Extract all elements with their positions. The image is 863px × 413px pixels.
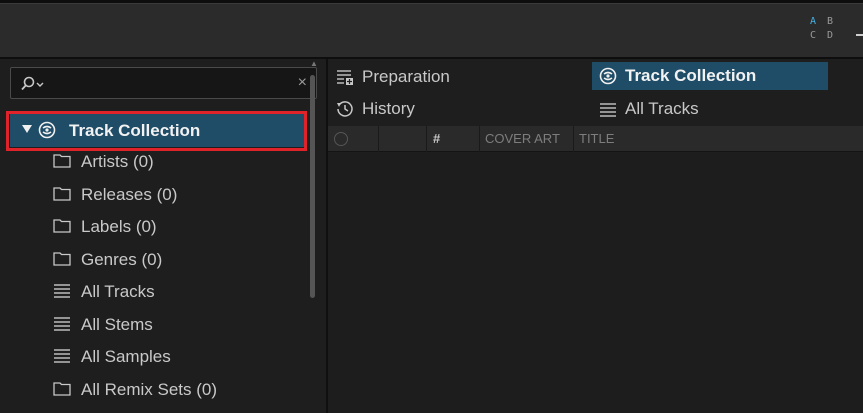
folder-icon (53, 187, 71, 201)
tree-item-artists[interactable]: Artists (0) (0, 147, 300, 175)
tree-item-labels[interactable]: Labels (0) (0, 212, 300, 240)
list-icon (54, 284, 70, 298)
clear-search-icon[interactable]: × (298, 75, 307, 91)
track-collection-icon (38, 121, 56, 139)
column-status[interactable] (328, 126, 378, 152)
history-icon (337, 101, 353, 117)
tree-scrollbar[interactable] (310, 75, 315, 298)
tree-item-label: All Stems (81, 315, 153, 334)
favorite-label: Track Collection (625, 66, 757, 85)
column-flag[interactable] (378, 126, 426, 152)
tree-item-label: All Samples (81, 347, 171, 366)
tree-root-label: Track Collection (69, 121, 201, 140)
preparation-list-icon (337, 70, 353, 85)
status-circle-icon (334, 132, 348, 146)
tree-item-genres[interactable]: Genres (0) (0, 245, 300, 273)
tree-item-all-samples[interactable]: All Samples (0, 342, 300, 370)
favorite-preparation[interactable]: Preparation (336, 63, 586, 91)
favorite-label: All Tracks (625, 99, 699, 118)
tree-item-label: Genres (0) (81, 250, 163, 269)
search-input[interactable] (49, 73, 279, 93)
list-icon (600, 102, 616, 117)
favorite-track-collection[interactable]: Track Collection (592, 62, 828, 90)
tree-item-label: All Remix Sets (0) (81, 380, 218, 399)
track-list[interactable] (328, 153, 863, 413)
tree-item-label: Artists (0) (81, 152, 154, 171)
tree-item-releases[interactable]: Releases (0) (0, 180, 300, 208)
tree-item-label: Releases (0) (81, 185, 178, 204)
deck-a-label[interactable]: A (810, 16, 827, 28)
tree-item-all-remix-sets[interactable]: All Remix Sets (0) (0, 375, 300, 403)
tree-item-label: All Tracks (81, 282, 155, 301)
folder-icon (53, 252, 71, 266)
column-title[interactable]: TITLE (573, 126, 863, 152)
expand-caret-icon[interactable] (22, 124, 32, 134)
deck-header-bar: A B C D (0, 0, 863, 59)
tree-item-all-stems[interactable]: All Stems (0, 310, 300, 338)
folder-icon (53, 219, 71, 233)
tree-item-track-collection[interactable]: Track Collection (10, 113, 307, 147)
browser-tree-panel: × Track Collection Artists (0) Releases (0, 59, 326, 413)
favorite-label: Preparation (362, 67, 450, 86)
deck-c-label[interactable]: C (810, 30, 827, 42)
search-icon[interactable] (20, 76, 46, 92)
search-box[interactable]: × (10, 67, 317, 99)
scroll-up-arrow-icon[interactable]: ▲ (310, 59, 318, 68)
folder-icon (53, 154, 71, 168)
track-collection-icon (599, 67, 617, 85)
deck-selector: A B C D (810, 16, 844, 42)
header-top-line (0, 3, 863, 4)
deck-marker (856, 34, 863, 36)
tree-item-all-tracks[interactable]: All Tracks (0, 277, 300, 305)
favorite-history[interactable]: History (336, 95, 586, 123)
tree-item-label: Labels (0) (81, 217, 157, 236)
track-table-header: # COVER ART TITLE (328, 126, 863, 152)
column-cover-art[interactable]: COVER ART (479, 126, 573, 152)
favorite-label: History (362, 99, 415, 118)
list-icon (54, 349, 70, 363)
folder-icon (53, 382, 71, 396)
deck-d-label[interactable]: D (827, 30, 844, 42)
column-number[interactable]: # (426, 126, 479, 152)
list-icon (54, 317, 70, 331)
favorite-all-tracks[interactable]: All Tracks (599, 95, 828, 123)
deck-b-label[interactable]: B (827, 16, 844, 28)
